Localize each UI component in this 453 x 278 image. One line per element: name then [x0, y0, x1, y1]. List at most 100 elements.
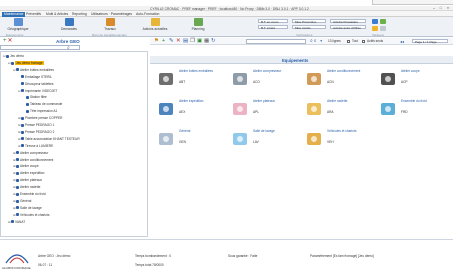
tree-item[interactable]: ⊞ Véhicules et chariots	[13, 213, 49, 218]
activite-autre-button[interactable]: Activité autre chiffrée	[330, 25, 366, 30]
tree-item-label: Véhicules et chariots	[20, 212, 50, 217]
activite-prestataire-button[interactable]: Activité Prestataire	[330, 19, 366, 24]
tree-item[interactable]: ⊞ Atelier raclette	[13, 185, 40, 190]
copy-icon[interactable]: ❐	[190, 38, 195, 45]
actifs-checkbox[interactable]	[362, 40, 365, 43]
tout-checkbox[interactable]	[347, 40, 350, 43]
equipment-card[interactable]: Atelier compresseur ACO	[230, 67, 294, 93]
equipment-card[interactable]: Véhicules et chariots VEH	[304, 127, 368, 153]
demandes-button[interactable]: Demandes	[57, 18, 81, 32]
node-icon	[21, 123, 24, 127]
box-icon	[304, 69, 324, 89]
node-icon	[21, 130, 24, 134]
tree-search-input[interactable]: ⌕	[0, 45, 80, 51]
cutter-icon	[378, 69, 398, 89]
equipment-search-input[interactable]	[246, 39, 306, 44]
tab-utilisateurs[interactable]: Utilisateurs · Paramétrages	[89, 12, 134, 17]
equipment-card[interactable]: Atelier raclette ARA	[304, 97, 368, 123]
tab-preventifs[interactable]: Préventifs	[24, 12, 43, 17]
tree-item[interactable]: Découpeur tablettes	[18, 82, 54, 87]
equipment-code: APL	[253, 110, 260, 114]
chart-yellow-icon[interactable]	[372, 26, 378, 31]
tree-item[interactable]: ⊞ Atelier coupe	[13, 164, 39, 169]
tree-item[interactable]: Tête impression A1	[23, 109, 57, 114]
chart-green-icon[interactable]	[380, 19, 386, 24]
equipment-card[interactable]: Général GEN	[156, 127, 220, 153]
export-icon[interactable]: ▣	[197, 38, 202, 45]
equipment-card[interactable]: Atelier expédition AEX	[156, 97, 220, 123]
refresh-icon[interactable]: ↻	[211, 38, 216, 45]
planning-button[interactable]: Planning	[186, 18, 210, 32]
bt-en-cours-button[interactable]: B.T. en cours	[258, 19, 288, 24]
tree-item[interactable]: Station filtre	[23, 95, 47, 100]
equipment-card[interactable]: Atelier coupe ACP	[378, 67, 442, 93]
equipment-code: ARA	[327, 110, 334, 114]
tree-item[interactable]: ⊞ Atelier expédition	[13, 171, 44, 176]
page-first-icon[interactable]: ◂◂	[400, 38, 404, 45]
snowflake-icon	[378, 99, 398, 119]
tree-item[interactable]: ⊞ VANAT	[8, 220, 25, 225]
tree-item[interactable]: Tableau de commande	[23, 102, 62, 107]
tab-maintenance[interactable]: Maintenance	[2, 11, 26, 17]
ribbon: Géographique Demandes Travaux Actions ac…	[0, 17, 453, 37]
tree-item[interactable]: ⊞ Atelier conditionnement	[13, 158, 53, 163]
tree-item[interactable]: ⊞ Atelier plateaux	[13, 178, 42, 183]
tab-reporting[interactable]: Reporting	[70, 12, 89, 17]
edit-icon[interactable]: ✎	[169, 38, 174, 45]
grid-icon[interactable]: ▦	[204, 38, 209, 45]
tools-icon	[105, 18, 115, 26]
delete-equipment-icon[interactable]: ✕	[176, 38, 181, 45]
tree-item[interactable]: ⊞ Atelier compresseur	[13, 151, 48, 156]
tree-item[interactable]: ⊞ Presse PEDRAGO 2	[18, 130, 54, 135]
zoom-icons[interactable]: ⌕⌕ ◂	[310, 38, 323, 45]
tree-item[interactable]: Emballage STERIL	[18, 75, 52, 80]
tree-item[interactable]: ⊞ Ensemble du froid	[13, 192, 46, 197]
demandes-label: Demandes	[61, 27, 77, 31]
tree-item[interactable]: ⊞ Tireuse à LUMIERE	[18, 144, 53, 149]
tab-multi-articles[interactable]: Multi & Articles	[44, 12, 70, 17]
travaux-button[interactable]: Travaux	[98, 18, 122, 32]
tree-item[interactable]: ⊟ Jeu démo	[3, 54, 24, 59]
tree-item-label: Jeu démo fromage	[15, 60, 44, 65]
list-icon[interactable]: ▤	[183, 38, 188, 45]
tree-item[interactable]: ⊞ Presse PEDRAGO 1	[18, 123, 54, 128]
tree-item-label: Jeu démo	[10, 54, 24, 58]
mise-stocks-button[interactable]: Mise stocks	[292, 25, 326, 30]
tree-item[interactable]: ⊞ Table accumulation KHANT TESTEUR	[18, 137, 80, 142]
add-equipment-icon[interactable]: +	[162, 38, 165, 45]
node-icon	[6, 54, 9, 58]
equipment-name: Atelier raclette	[327, 99, 348, 103]
raclette-icon	[304, 99, 324, 119]
bt-a-faire-button[interactable]: B.T. à faire	[258, 25, 288, 30]
equipment-card[interactable]: Atelier conditionnement ACN	[304, 67, 368, 93]
equipment-code: AEX	[179, 110, 186, 114]
actions-label: Actions actuelles	[142, 27, 168, 31]
mise-preventive-button[interactable]: Mise Préventive	[292, 19, 326, 24]
tree-item[interactable]: ⊟ Atelier bottes emballées	[13, 68, 54, 73]
equipment-card[interactable]: Salle de lavage LAV	[230, 127, 294, 153]
geographique-button[interactable]: Géographique	[4, 18, 32, 32]
forklift-icon	[304, 129, 324, 149]
tab-auto-formation[interactable]: Auto-Formation	[134, 12, 161, 17]
tree-item-label: Emballage STERIL	[25, 74, 53, 79]
info-bar: ALLIBON FROMAGE Arbre GEO : Jeu démo 06-…	[0, 239, 453, 278]
row-count: 13 lignes	[328, 39, 341, 43]
shipping-icon	[156, 99, 176, 119]
actions-actuelles-button[interactable]: Actions actuelles	[140, 18, 170, 32]
equipment-card[interactable]: Atelier bottes emballées ABT	[156, 67, 220, 93]
warning-icon[interactable]: ⚑	[154, 38, 159, 45]
tree-item[interactable]: ⊞ Plombée presse COPPER	[18, 116, 62, 121]
site-line: Arbre GEO : Jeu démo	[38, 254, 71, 258]
equipment-code: ACN	[327, 80, 334, 84]
tree-item[interactable]: ⊞ Général	[13, 199, 31, 204]
equipment-card[interactable]: Atelier plateaux APL	[230, 97, 294, 123]
equipment-card[interactable]: Ensemble du froid FRD	[378, 97, 442, 123]
ribbon-group-verifications: Vérifications	[296, 32, 313, 37]
window-controls[interactable]: – □ ×	[433, 6, 451, 10]
tree-item[interactable]: ⊞ Salle de lavage	[13, 206, 42, 211]
tree-item[interactable]: ⊟ Jeu démo fromage	[8, 60, 44, 66]
delete-icon[interactable]: ✕	[8, 38, 14, 44]
chart-gray-icon[interactable]	[380, 26, 386, 31]
chart-blue-icon[interactable]	[372, 19, 378, 24]
tree-item[interactable]: ⊟ Imprimante VIDEOJET	[18, 89, 57, 94]
